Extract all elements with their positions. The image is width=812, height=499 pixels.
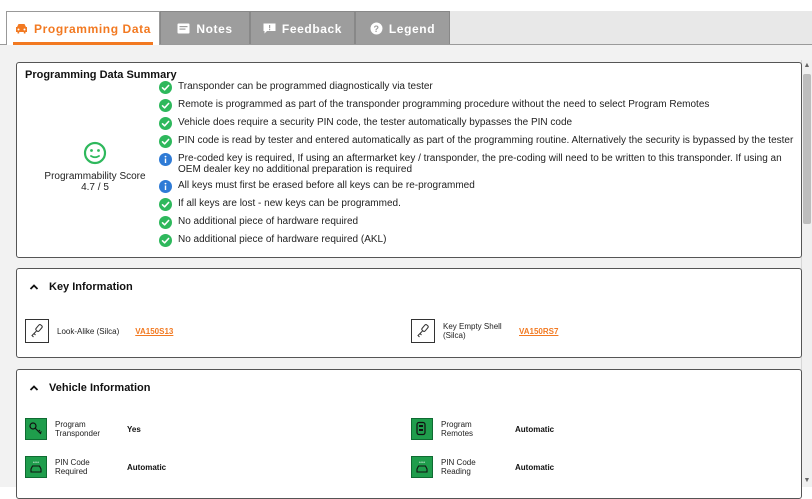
tab-label: Notes: [196, 21, 233, 36]
vehicle-value: Automatic: [127, 462, 167, 472]
key-item-look-alike: Look-Alike (Silca) VA150S13: [25, 319, 173, 343]
key-item-empty-shell: Key Empty Shell (Silca) VA150RS7: [411, 319, 558, 343]
programmability-score: Programmability Score 4.7 / 5: [35, 141, 155, 193]
vehicle-label: Program Transponder: [55, 420, 101, 438]
tab-feedback[interactable]: Feedback: [250, 11, 355, 45]
pin-car-icon: ****: [25, 456, 47, 478]
vehicle-item-program-remotes: Program Remotes Automatic: [411, 418, 554, 440]
svg-text:?: ?: [373, 24, 379, 34]
section-title: Key Information: [49, 281, 133, 293]
vehicle-value: Yes: [127, 424, 141, 434]
list-item: Pre-coded key is required, If using an a…: [159, 153, 789, 175]
info-circle-icon: [159, 180, 172, 193]
svg-text:****: ****: [419, 460, 426, 465]
tab-bar: Programming Data Notes Feedback ? Legend: [0, 0, 812, 45]
notes-icon: [177, 23, 190, 34]
vehicle-information-header[interactable]: Vehicle Information: [29, 382, 150, 394]
vehicle-label: Program Remotes: [441, 420, 474, 438]
check-circle-icon: [159, 117, 172, 130]
list-item-text: No additional piece of hardware required: [178, 216, 359, 227]
check-circle-icon: [159, 198, 172, 211]
scroll-down-arrow-icon[interactable]: ▼: [803, 477, 811, 485]
list-item: PIN code is read by tester and entered a…: [159, 135, 793, 148]
list-item: Transponder can be programmed diagnostic…: [159, 81, 433, 94]
scroll-thumb[interactable]: [803, 74, 811, 224]
tab-label: Legend: [388, 21, 436, 36]
list-item-text: No additional piece of hardware required…: [178, 234, 387, 245]
tab-notes[interactable]: Notes: [160, 11, 250, 45]
transponder-icon: [25, 418, 47, 440]
key-link[interactable]: VA150S13: [135, 327, 173, 336]
score-label: Programmability Score: [44, 171, 146, 182]
help-icon: ?: [370, 22, 383, 35]
check-circle-icon: [159, 99, 172, 112]
key-icon: [411, 319, 435, 343]
list-item-text: PIN code is read by tester and entered a…: [178, 135, 794, 146]
vehicle-value: Automatic: [515, 462, 555, 472]
vehicle-value: Automatic: [515, 424, 555, 434]
tab-bar-filler: [450, 11, 812, 44]
list-item-text: Remote is programmed as part of the tran…: [178, 99, 710, 110]
list-item-text: Transponder can be programmed diagnostic…: [178, 81, 433, 92]
key-link[interactable]: VA150RS7: [519, 327, 558, 336]
smiley-icon: [83, 141, 107, 165]
key-label: Key Empty Shell (Silca): [443, 322, 502, 340]
list-item-text: Vehicle does require a security PIN code…: [178, 117, 573, 128]
summary-title: Programming Data Summary: [25, 69, 177, 81]
vehicle-item-program-transponder: Program Transponder Yes: [25, 418, 141, 440]
list-item: Remote is programmed as part of the tran…: [159, 99, 709, 112]
key-information-header[interactable]: Key Information: [29, 281, 133, 293]
check-circle-icon: [159, 81, 172, 94]
check-circle-icon: [159, 216, 172, 229]
vehicle-item-pin-code-reading: **** PIN Code Reading Automatic: [411, 456, 554, 478]
check-circle-icon: [159, 135, 172, 148]
tab-label: Feedback: [281, 21, 343, 36]
section-title: Vehicle Information: [49, 382, 151, 394]
remote-icon: [411, 418, 433, 440]
list-item-text: If all keys are lost - new keys can be p…: [178, 198, 401, 209]
list-item: No additional piece of hardware required…: [159, 234, 386, 247]
scroll-up-arrow-icon[interactable]: ▲: [803, 62, 811, 70]
pin-car-icon: ****: [411, 456, 433, 478]
key-icon: [25, 319, 49, 343]
info-circle-icon: [159, 153, 172, 166]
chevron-up-icon[interactable]: [29, 282, 39, 292]
score-value: 4.7 / 5: [81, 182, 109, 193]
vehicle-label: PIN Code Reading: [441, 458, 476, 476]
list-item-text: Pre-coded key is required, If using an a…: [178, 153, 782, 175]
list-item: Vehicle does require a security PIN code…: [159, 117, 572, 130]
vehicle-item-pin-code-required: **** PIN Code Required Automatic: [25, 456, 166, 478]
vehicle-label: PIN Code Required: [55, 458, 90, 476]
list-item: If all keys are lost - new keys can be p…: [159, 198, 401, 211]
check-circle-icon: [159, 234, 172, 247]
chevron-up-icon[interactable]: [29, 383, 39, 393]
vehicle-information-card: Vehicle Information Program Transponder …: [16, 369, 802, 499]
key-label: Look-Alike (Silca): [57, 326, 120, 336]
tab-legend[interactable]: ? Legend: [355, 11, 450, 45]
programming-data-summary-card: Programming Data Summary Programmability…: [16, 62, 802, 258]
list-item: All keys must first be erased before all…: [159, 180, 475, 193]
list-item: No additional piece of hardware required: [159, 216, 358, 229]
list-item-text: All keys must first be erased before all…: [178, 180, 475, 191]
tab-label: Programming Data: [34, 21, 151, 36]
vertical-scrollbar[interactable]: ▲ ▼: [801, 60, 812, 487]
feedback-icon: [263, 23, 276, 34]
key-information-card: Key Information Look-Alike (Silca) VA150…: [16, 268, 802, 358]
svg-text:****: ****: [33, 460, 40, 465]
car-icon: [15, 23, 28, 34]
tab-programming-data[interactable]: Programming Data: [6, 11, 160, 45]
